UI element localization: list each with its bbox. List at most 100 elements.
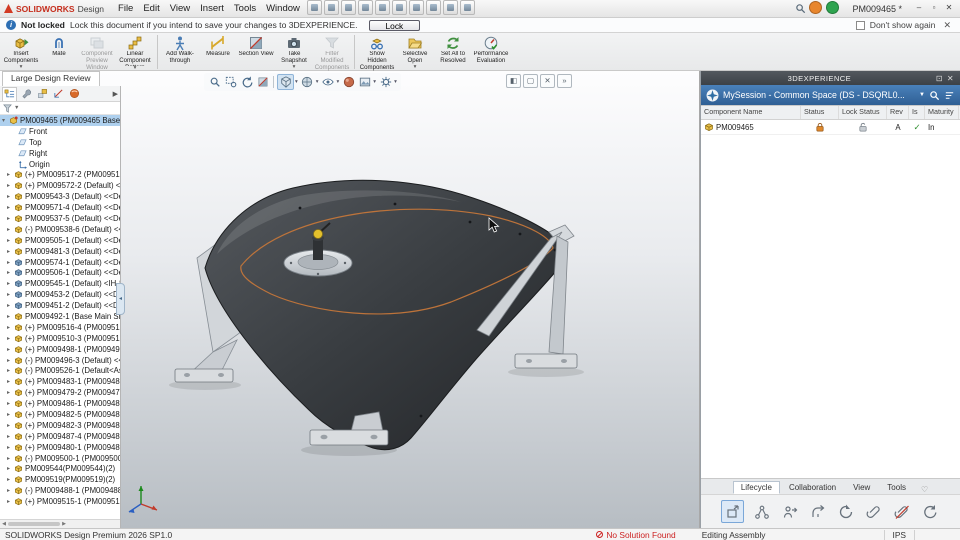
file-properties-icon[interactable]: [442, 0, 458, 15]
share-icon[interactable]: [807, 501, 828, 522]
tree-item[interactable]: ▸(-) PM009526-1 (Default<As Mac: [0, 365, 120, 376]
redo-icon[interactable]: [391, 0, 407, 15]
dropdown-caret-icon[interactable]: ▾: [337, 79, 340, 85]
dont-show-again-checkbox[interactable]: [855, 20, 865, 30]
tree-plane-right[interactable]: Right: [0, 148, 120, 159]
menu-insert[interactable]: Insert: [195, 2, 229, 15]
expander-icon[interactable]: ▸: [7, 204, 14, 211]
tab-large-design-review[interactable]: Large Design Review: [2, 71, 100, 87]
search-icon[interactable]: [929, 90, 940, 101]
ribbon-set-all-to-resolved-button[interactable]: Set All to Resolved: [434, 34, 472, 71]
undo-icon[interactable]: [374, 0, 390, 15]
ribbon-insert-components-button[interactable]: Insert Components ▾: [2, 34, 40, 71]
expander-icon[interactable]: ▸: [7, 498, 14, 505]
menu-tools[interactable]: Tools: [229, 2, 261, 15]
tree-item[interactable]: ▸PM009574-1 (Default) <<Default:: [0, 257, 120, 268]
ribbon-measure-button[interactable]: Measure: [199, 34, 237, 71]
detach-icon[interactable]: [891, 501, 912, 522]
tree-item[interactable]: ▸PM009537-5 (Default) <<Default:: [0, 213, 120, 224]
expander-icon[interactable]: ▸: [7, 411, 14, 418]
update-icon[interactable]: [919, 501, 940, 522]
feature-manager-icon[interactable]: [2, 86, 17, 101]
expander-icon[interactable]: ▸: [7, 389, 14, 396]
graphics-viewport[interactable]: Large Design Review ▾ ▾ ▾ ▾ ▾ ◧ ▢ ✕» ▶ ▼…: [0, 71, 700, 528]
expander-icon[interactable]: ▸: [7, 171, 14, 178]
scrollbar-thumb[interactable]: [8, 522, 60, 526]
expander-icon[interactable]: ▸: [7, 237, 14, 244]
column-header-rev[interactable]: Rev: [887, 106, 909, 119]
tree-item[interactable]: ▸(-) PM009488-1 (PM009488) <<C: [0, 485, 120, 496]
heart-icon[interactable]: ♡: [921, 485, 928, 494]
tree-item[interactable]: ▸PM009545-1 (Default) <IH & BB>: [0, 278, 120, 289]
tree-item[interactable]: ▸PM009451-2 (Default) <<Default:: [0, 300, 120, 311]
expander-icon[interactable]: ▸: [7, 193, 14, 200]
tree-item[interactable]: ▸ PM009544(PM009544)(2): [0, 464, 120, 475]
table-row[interactable]: PM009465 A ✓ In: [701, 120, 960, 135]
ribbon-mate-button[interactable]: Mate: [40, 34, 78, 71]
notifications-badge[interactable]: [809, 0, 823, 14]
panel-close-icon[interactable]: ✕: [945, 74, 956, 83]
maturity-icon[interactable]: [835, 501, 856, 522]
tree-item[interactable]: ▸PM009505-1 (Default) <<Default:: [0, 235, 120, 246]
expander-icon[interactable]: ▸: [7, 269, 14, 276]
menu-edit[interactable]: Edit: [138, 2, 164, 15]
column-header-maturity[interactable]: Maturity: [925, 106, 959, 119]
select-icon[interactable]: [408, 0, 424, 15]
ribbon-selective-open-button[interactable]: Selective Open ▾: [396, 34, 434, 71]
tree-item[interactable]: ▸(+) PM009480-1 (PM009480) <<C: [0, 442, 120, 453]
search-icon[interactable]: [795, 3, 806, 14]
tree-root[interactable]: ▾ PM009465 (PM009465 Base Asse: [0, 115, 120, 126]
chevron-right-icon[interactable]: ▶: [113, 90, 118, 98]
tab-tools[interactable]: Tools: [879, 481, 914, 494]
expander-icon[interactable]: ▸: [7, 378, 14, 385]
expander-icon[interactable]: ▸: [7, 248, 14, 255]
scroll-right-icon[interactable]: ▶: [60, 521, 68, 527]
tab-view[interactable]: View: [845, 481, 878, 494]
tree-origin[interactable]: Origin: [0, 159, 120, 170]
close-button[interactable]: ✕: [942, 2, 956, 15]
column-header-component-name[interactable]: Component Name: [701, 106, 801, 119]
expander-icon[interactable]: ▸: [7, 291, 14, 298]
tree-item[interactable]: ▸(+) PM009487-4 (PM009487) <<C: [0, 431, 120, 442]
property-manager-icon[interactable]: [20, 87, 33, 100]
tree-item[interactable]: ▸PM009481-3 (Default) <<Default:: [0, 246, 120, 257]
tree-item[interactable]: ▸(+) PM009482-3 (PM009482) <<C: [0, 420, 120, 431]
minimize-button[interactable]: –: [912, 2, 926, 15]
expander-icon[interactable]: ▸: [7, 422, 14, 429]
tree-item[interactable]: ▸(+) PM009479-2 (PM009479) <<C: [0, 387, 120, 398]
tree-plane-front[interactable]: Front: [0, 126, 120, 137]
expander-icon[interactable]: ▸: [7, 367, 14, 374]
dimxpert-icon[interactable]: [52, 87, 65, 100]
list-options-icon[interactable]: [944, 90, 955, 101]
new-revision-icon[interactable]: [721, 500, 744, 523]
tree-item[interactable]: ▸(+) PM009510-3 (PM009510) <<C: [0, 333, 120, 344]
tree-item[interactable]: ▸(-) PM009500-1 (PM009500) <<D: [0, 453, 120, 464]
new-doc-icon[interactable]: [306, 0, 322, 15]
ribbon-linear-component-pattern-button[interactable]: Linear Component Pattern▾: [116, 34, 154, 71]
tree-item[interactable]: ▸(+) PM009516-4 (PM009516) <<C: [0, 322, 120, 333]
tree-item[interactable]: ▸PM009453-2 (Default) <<Default:: [0, 289, 120, 300]
print-icon[interactable]: [357, 0, 373, 15]
ribbon-section-view-button[interactable]: Section View: [237, 34, 275, 71]
expander-icon[interactable]: ▸: [7, 487, 14, 494]
column-header-lock-status[interactable]: Lock Status: [839, 106, 887, 119]
expander-icon[interactable]: ▸: [7, 476, 14, 483]
tree-item[interactable]: ▸(+) PM009486-1 (PM009486) <<C: [0, 398, 120, 409]
ribbon-performance-evaluation-button[interactable]: Performance Evaluation: [472, 34, 510, 71]
expander-icon[interactable]: ▸: [7, 357, 14, 364]
dropdown-caret-icon[interactable]: ▾: [295, 79, 298, 85]
tree-item[interactable]: ▸PM009571-4 (Default) <<Default:: [0, 202, 120, 213]
column-header-is[interactable]: Is: [909, 106, 925, 119]
expander-icon[interactable]: ▸: [7, 346, 14, 353]
route-icon[interactable]: [751, 501, 772, 522]
expander-icon[interactable]: ▸: [7, 324, 14, 331]
expander-icon[interactable]: ▸: [7, 455, 14, 462]
maximize-button[interactable]: ▫: [927, 2, 941, 15]
dropdown-caret-icon[interactable]: ▾: [316, 79, 319, 85]
tree-item[interactable]: ▸(-) PM009496-3 (Default) <<Defa: [0, 355, 120, 366]
tree-item[interactable]: ▸(+) PM009517-2 (PM009517) <<C: [0, 169, 120, 180]
expander-icon[interactable]: ▸: [7, 280, 14, 287]
expander-icon[interactable]: ▸: [7, 433, 14, 440]
transfer-ownership-icon[interactable]: [779, 501, 800, 522]
expander-icon[interactable]: ▸: [7, 335, 14, 342]
